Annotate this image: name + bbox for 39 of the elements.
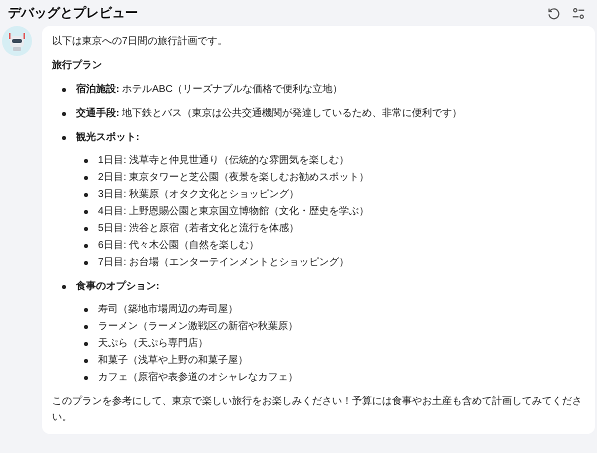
list-item-text: 観光スポット: xyxy=(76,130,140,145)
list-item-text: カフェ（原宿や表参道のオシャレなカフェ） xyxy=(98,370,298,385)
bullet-icon xyxy=(84,342,88,346)
bullet-icon xyxy=(84,324,88,328)
list-item-text: 6日目: 代々木公園（自然を楽しむ） xyxy=(98,238,260,253)
list-item-text: 2日目: 東京タワーと芝公園（夜景を楽しむお勧めスポット） xyxy=(98,170,370,185)
reset-icon[interactable] xyxy=(547,6,560,20)
bullet-icon xyxy=(62,285,66,289)
bullet-icon xyxy=(84,260,88,264)
list-item-text: 天ぷら（天ぷら専門店） xyxy=(98,336,208,351)
list-item-text: 3日目: 秋葉原（オタク文化とショッピング） xyxy=(98,188,300,202)
robot-avatar-icon xyxy=(2,26,32,56)
list-item-text: 7日目: お台場（エンターテインメントとショッピング） xyxy=(98,256,350,270)
list-item-text: 宿泊施設: ホテルABC（リーズナブルな価格で便利な立地） xyxy=(76,82,343,97)
message-text: 以下は東京への7日間の旅行計画です。 xyxy=(52,34,229,49)
bullet-icon xyxy=(62,88,66,92)
list-item-text: 1日目: 浅草寺と仲見世通り（伝統的な雰囲気を楽しむ） xyxy=(98,154,350,168)
bullet-icon xyxy=(84,158,88,162)
bullet-icon xyxy=(62,112,66,116)
bullet-icon xyxy=(84,308,88,312)
section-heading: 旅行プラン xyxy=(52,58,103,73)
panel-title: デバッグとプレビュー xyxy=(8,4,138,22)
list-item-text: 和菓子（浅草や上野の和菓子屋） xyxy=(98,354,248,368)
bullet-icon xyxy=(62,136,66,140)
bullet-icon xyxy=(84,176,88,180)
bullet-icon xyxy=(84,376,88,380)
bullet-icon xyxy=(84,192,88,196)
list-item-text: 5日目: 渋谷と原宿（若者文化と流行を体感） xyxy=(98,222,300,236)
list-item-text: 4日目: 上野恩賜公園と東京国立博物館（文化・歴史を学ぶ） xyxy=(98,204,370,219)
list-item-text: ラーメン（ラーメン激戦区の新宿や秋葉原） xyxy=(98,320,298,334)
list-item-text: 交通手段: 地下鉄とバス（東京は公共交通機関が発達しているため、非常に便利です） xyxy=(76,106,462,121)
message-text: このプランを参考にして、東京で楽しい旅行をお楽しみください！予算には食事やお土産も含めて計画してみてください。 xyxy=(52,394,583,425)
bullet-icon xyxy=(84,358,88,362)
bullet-icon xyxy=(84,244,88,248)
bullet-icon xyxy=(84,226,88,230)
list-item-text: 寿司（築地市場周辺の寿司屋） xyxy=(98,302,238,317)
list-item-text: 食事のオプション: xyxy=(76,279,160,294)
bullet-icon xyxy=(84,210,88,214)
settings-icon[interactable] xyxy=(572,6,585,20)
